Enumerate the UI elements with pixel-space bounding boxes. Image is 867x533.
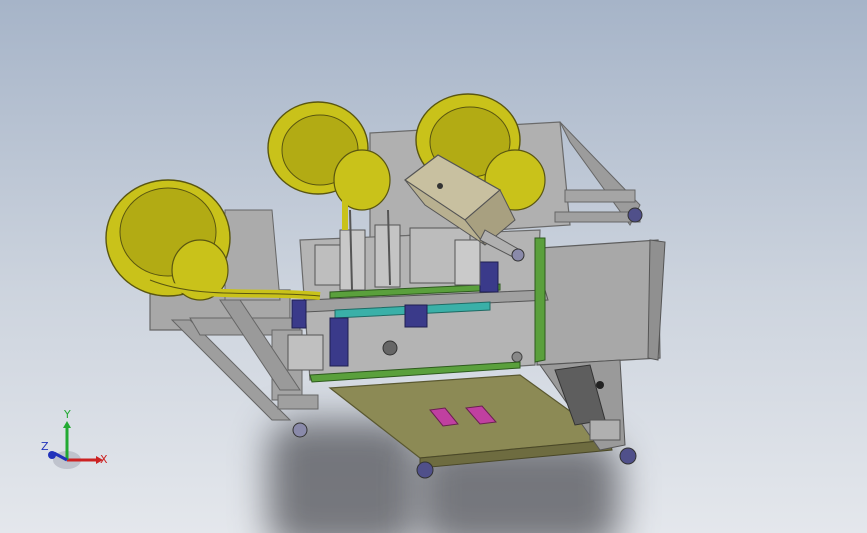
machine-3d-model[interactable] bbox=[0, 0, 867, 533]
caster-wheel-icon bbox=[416, 461, 434, 479]
y-axis-label: Y bbox=[64, 408, 71, 421]
caster-wheel-icon bbox=[627, 207, 643, 223]
right-cover-panel bbox=[536, 239, 666, 366]
view-orientation-triad: X Y Z bbox=[30, 408, 120, 480]
z-axis-label: Z bbox=[41, 440, 49, 453]
cad-graphics-viewport[interactable]: X Y Z bbox=[0, 0, 867, 533]
vibratory-bowl-left bbox=[105, 179, 321, 301]
y-axis-arrowhead bbox=[63, 421, 71, 428]
x-axis-label: X bbox=[100, 453, 108, 466]
caster-wheel-icon bbox=[292, 422, 308, 438]
z-axis-endpoint bbox=[48, 451, 56, 459]
caster-wheel-icon bbox=[619, 447, 637, 465]
